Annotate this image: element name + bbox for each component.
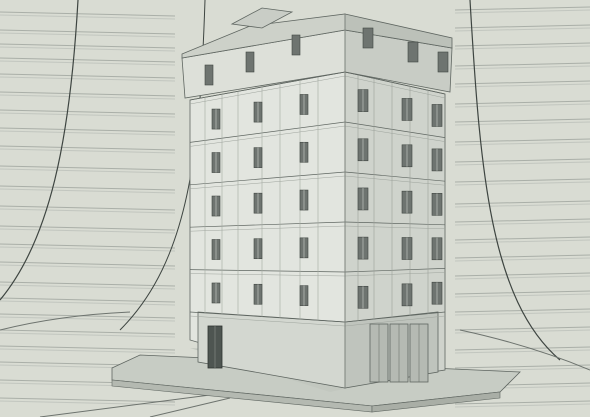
building-model (181, 7, 453, 389)
attic-window (245, 51, 255, 73)
render-canvas (0, 0, 590, 417)
attic-window (437, 51, 449, 73)
building-render (0, 0, 590, 417)
attic-window (362, 27, 374, 49)
attic-window (291, 34, 301, 56)
attic-window (407, 41, 419, 63)
attic-window (204, 64, 214, 86)
